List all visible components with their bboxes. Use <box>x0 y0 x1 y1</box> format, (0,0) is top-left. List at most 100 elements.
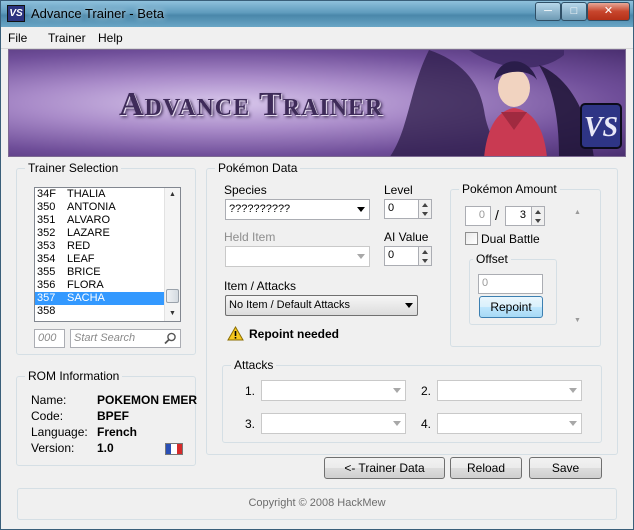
rom-version-value: 1.0 <box>97 441 114 455</box>
rom-name-value: POKEMON EMER <box>97 393 198 407</box>
species-dropdown[interactable]: ?????????? <box>225 199 370 220</box>
pokemon-data-title: Pokémon Data <box>215 161 301 175</box>
repoint-button[interactable]: Repoint <box>479 296 543 318</box>
ai-value-spinner[interactable] <box>418 246 432 266</box>
rom-language-label: Language: <box>31 425 88 439</box>
spin-down-icon[interactable] <box>422 212 428 216</box>
rom-code-value: BPEF <box>97 409 130 423</box>
chevron-down-icon <box>357 207 365 212</box>
window-title: Advance Trainer - Beta <box>31 6 164 21</box>
pokemon-slot-scrollbar[interactable]: ▲ ▼ <box>570 205 586 331</box>
spin-up-icon[interactable] <box>535 210 541 214</box>
chevron-down-icon <box>569 421 577 426</box>
maximize-button[interactable]: □ <box>561 2 587 21</box>
scroll-down-icon[interactable]: ▼ <box>169 310 176 317</box>
scroll-up-icon[interactable]: ▲ <box>574 209 581 216</box>
item-attacks-label: Item / Attacks <box>224 279 297 293</box>
attack-2-dropdown[interactable] <box>437 380 582 401</box>
level-input[interactable]: 0 <box>384 199 419 219</box>
pokemon-current-count: 0 <box>465 206 491 226</box>
attacks-title: Attacks <box>231 358 277 372</box>
list-item[interactable]: 350 ANTONIA <box>35 201 165 214</box>
species-value: ?????????? <box>229 203 291 215</box>
scroll-up-icon[interactable]: ▲ <box>169 191 176 198</box>
scroll-down-icon[interactable]: ▼ <box>574 317 581 324</box>
trainer-artwork: VS <box>390 50 622 156</box>
banner-title: Advance Trainer <box>119 86 384 123</box>
attack-3-dropdown[interactable] <box>261 413 406 434</box>
menu-bar: File Trainer Help <box>1 27 633 49</box>
held-item-label: Held Item <box>224 230 276 244</box>
list-item[interactable]: 356 FLORA <box>35 279 165 292</box>
chevron-down-icon <box>393 421 401 426</box>
attack-1-dropdown[interactable] <box>261 380 406 401</box>
list-item[interactable]: 351 ALVARO <box>35 214 165 227</box>
ai-value-input[interactable]: 0 <box>384 246 419 266</box>
held-item-dropdown[interactable] <box>225 246 370 267</box>
attack-4-label: 4. <box>421 417 432 431</box>
species-label: Species <box>224 183 267 197</box>
rom-language-value: French <box>97 425 138 439</box>
list-item[interactable]: 354 LEAF <box>35 253 165 266</box>
warning-icon <box>227 326 244 341</box>
french-flag-icon <box>165 443 183 455</box>
chevron-down-icon <box>393 388 401 393</box>
title-bar[interactable]: VS Advance Trainer - Beta ─ □ ✕ <box>1 1 633 27</box>
vs-logo: VS <box>580 103 622 149</box>
trainer-selection-title: Trainer Selection <box>25 161 122 175</box>
menu-help[interactable]: Help <box>98 31 123 45</box>
rom-name-label: Name: <box>31 393 67 407</box>
rom-info-title: ROM Information <box>25 369 123 383</box>
amount-separator: / <box>495 207 499 223</box>
attack-4-dropdown[interactable] <box>437 413 582 434</box>
list-item[interactable]: 34F THALIA <box>35 188 165 201</box>
banner: Advance Trainer VS <box>8 49 626 157</box>
pokemon-max-input[interactable]: 3 <box>505 206 532 226</box>
trainer-number-input[interactable]: 000 <box>34 329 65 348</box>
rom-version-label: Version: <box>31 441 75 455</box>
scroll-thumb[interactable] <box>166 289 179 303</box>
reload-button[interactable]: Reload <box>450 457 522 479</box>
svg-text:VS: VS <box>584 112 618 143</box>
list-item-selected[interactable]: 357 SACHA <box>35 292 165 305</box>
list-item[interactable]: 352 LAZARE <box>35 227 165 240</box>
app-icon: VS <box>7 5 25 22</box>
attack-1-label: 1. <box>245 384 256 398</box>
trainer-data-button[interactable]: <- Trainer Data <box>324 457 445 479</box>
dual-battle-checkbox[interactable] <box>465 232 478 245</box>
dual-battle-label[interactable]: Dual Battle <box>481 232 540 246</box>
ai-value-label: AI Value <box>384 230 429 244</box>
save-button[interactable]: Save <box>529 457 602 479</box>
pokemon-amount-title: Pokémon Amount <box>459 182 560 196</box>
repoint-warning-text: Repoint needed <box>249 327 340 341</box>
chevron-down-icon <box>357 254 365 259</box>
pokemon-max-spinner[interactable] <box>531 206 545 226</box>
search-icon[interactable] <box>164 332 177 345</box>
item-attacks-value: No Item / Default Attacks <box>229 299 351 311</box>
offset-input[interactable]: 0 <box>478 274 543 294</box>
level-label: Level <box>384 183 413 197</box>
attack-3-label: 3. <box>245 417 256 431</box>
spin-up-icon[interactable] <box>422 250 428 254</box>
chevron-down-icon <box>405 303 413 308</box>
trainer-list-scrollbar[interactable]: ▲ ▼ <box>164 188 180 321</box>
list-item[interactable]: 353 RED <box>35 240 165 253</box>
spin-up-icon[interactable] <box>422 203 428 207</box>
spin-down-icon[interactable] <box>535 219 541 223</box>
trainer-list[interactable]: 34F THALIA 350 ANTONIA 351 ALVARO 352 LAZARE… <box>34 187 181 322</box>
main-window: VS Advance Trainer - Beta ─ □ ✕ File Tra… <box>0 0 634 530</box>
list-item[interactable]: 358 <box>35 305 165 318</box>
chevron-down-icon <box>569 388 577 393</box>
minimize-button[interactable]: ─ <box>535 2 561 21</box>
menu-file[interactable]: File <box>8 31 27 45</box>
attack-2-label: 2. <box>421 384 432 398</box>
copyright-text: Copyright © 2008 HackMew <box>248 497 386 509</box>
close-button[interactable]: ✕ <box>587 2 630 21</box>
menu-trainer[interactable]: Trainer <box>48 31 86 45</box>
spin-down-icon[interactable] <box>422 259 428 263</box>
item-attacks-dropdown[interactable]: No Item / Default Attacks <box>225 295 418 316</box>
list-item[interactable]: 355 BRICE <box>35 266 165 279</box>
level-spinner[interactable] <box>418 199 432 219</box>
rom-code-label: Code: <box>31 409 64 423</box>
offset-title: Offset <box>473 252 511 266</box>
